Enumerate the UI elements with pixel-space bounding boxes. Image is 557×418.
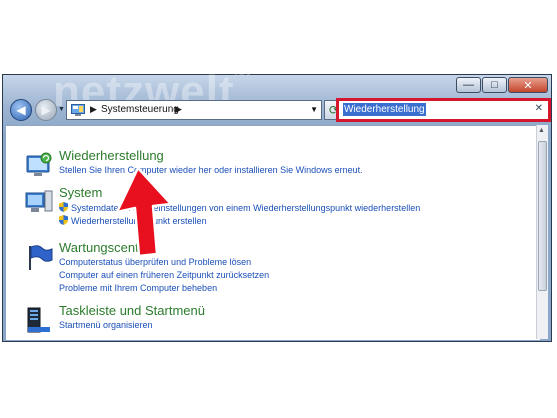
close-button[interactable]: ✕	[508, 77, 548, 93]
back-button[interactable]: ◀	[10, 99, 32, 121]
uac-shield-icon	[59, 202, 68, 212]
recent-pages-dropdown-icon[interactable]: ▼	[58, 106, 65, 113]
breadcrumb-control-panel[interactable]: Systemsteuerung	[101, 104, 179, 115]
taskbar-title-link[interactable]: Taskleiste und Startmenü	[59, 303, 205, 318]
control-panel-icon	[71, 104, 85, 116]
recovery-icon	[26, 152, 52, 176]
address-dropdown-icon[interactable]: ▼	[310, 105, 318, 114]
action-center-flag-icon	[29, 245, 53, 270]
scroll-up-icon[interactable]: ▲	[538, 127, 545, 134]
forward-arrow-icon: ▶	[41, 103, 51, 117]
address-bar[interactable]: ▶ Systemsteuerung ▶ ▼	[66, 100, 322, 120]
search-input[interactable]: Wiederherstellung ✕	[336, 98, 551, 122]
clear-search-icon[interactable]: ✕	[535, 103, 543, 114]
system-title-link[interactable]: System	[59, 185, 102, 200]
navigation-toolbar: ◀ ▶ ▼ ▶ Systemsteuerung ▶ ▼ ⟳ Wiederhers…	[6, 97, 551, 123]
breadcrumb-separator-icon[interactable]: ▶	[90, 104, 97, 115]
search-results-pane: Wiederherstellung Stellen Sie Ihren Comp…	[6, 125, 540, 340]
organize-start-menu-link[interactable]: Startmenü organisieren	[59, 320, 153, 330]
watermark-suffix: .de	[234, 67, 253, 78]
close-icon: ✕	[523, 79, 533, 92]
red-annotation-arrow	[115, 166, 173, 258]
search-query[interactable]: Wiederherstellung	[343, 103, 426, 116]
vertical-scrollbar[interactable]: ▲	[536, 125, 548, 339]
recovery-description-link[interactable]: Stellen Sie Ihren Computer wieder her od…	[59, 165, 363, 175]
maximize-icon: □	[491, 79, 498, 91]
system-restore-link[interactable]: Systemdateien und -einstellungen von ein…	[59, 202, 420, 213]
system-icon	[25, 190, 53, 212]
window-caption-buttons: — □ ✕	[455, 77, 548, 93]
minimize-button[interactable]: —	[456, 77, 481, 93]
maximize-button[interactable]: □	[482, 77, 507, 93]
minimize-icon: —	[463, 79, 474, 91]
control-panel-window: netzwelt.de — □ ✕ ◀ ▶ ▼ ▶ Systemsteuerun…	[2, 67, 552, 342]
breadcrumb-chevron-icon[interactable]: ▶	[175, 104, 182, 115]
troubleshoot-link[interactable]: Probleme mit Ihrem Computer beheben	[59, 283, 217, 293]
forward-button[interactable]: ▶	[35, 99, 57, 121]
restore-earlier-point-link[interactable]: Computer auf einen früheren Zeitpunkt zu…	[59, 270, 269, 280]
back-arrow-icon: ◀	[16, 103, 26, 117]
taskbar-icon	[27, 307, 50, 333]
scroll-thumb[interactable]	[538, 141, 547, 291]
uac-shield-icon	[59, 215, 68, 225]
